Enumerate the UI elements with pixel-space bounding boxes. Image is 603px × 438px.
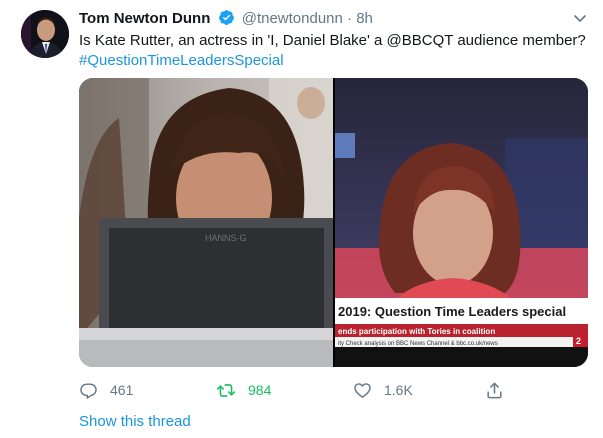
reply-icon (80, 382, 97, 399)
share-icon (487, 382, 502, 398)
retweet-count: 984 (248, 382, 272, 398)
retweet-icon (216, 383, 236, 397)
media-grid: HANNS·G 2019: Question Time Leaders spec… (79, 78, 588, 367)
verified-badge-icon (218, 9, 235, 32)
retweet-button[interactable]: 984 (216, 376, 271, 404)
author-handle[interactable]: @tnewtondunn (242, 10, 343, 27)
banner-subtitle: ends participation with Tories in coalit… (338, 327, 495, 336)
tweet-timestamp[interactable]: 8h (356, 10, 373, 27)
monitor-brand: HANNS·G (205, 233, 247, 243)
like-count: 1.6K (384, 382, 413, 398)
share-button[interactable] (485, 376, 516, 404)
author-name[interactable]: Tom Newton Dunn (79, 10, 210, 27)
news-ticker: ity Check analysis on BBC News Channel &… (338, 341, 498, 347)
tweet-text: Is Kate Rutter, an actress in 'I, Daniel… (79, 31, 586, 71)
like-button[interactable]: 1.6K (353, 376, 413, 404)
reply-button[interactable]: 461 (79, 376, 133, 404)
avatar[interactable] (21, 10, 69, 58)
avatar-image (21, 10, 69, 58)
banner-title: 2019: Question Time Leaders special (338, 304, 566, 319)
reply-count: 461 (110, 382, 134, 398)
tweet-header: Tom Newton Dunn @tnewtondunn · 8h (79, 9, 373, 32)
tweet[interactable]: Tom Newton Dunn @tnewtondunn · 8h Is Kat… (0, 0, 603, 438)
tweet-body: Is Kate Rutter, an actress in 'I, Daniel… (79, 32, 586, 49)
channel-badge: 2 (576, 336, 581, 346)
photo-left[interactable]: HANNS·G (79, 78, 337, 367)
show-thread-link[interactable]: Show this thread (79, 413, 191, 430)
header-separator: · (347, 10, 353, 27)
heart-icon (354, 382, 371, 398)
hashtag-link[interactable]: #QuestionTimeLeadersSpecial (79, 51, 586, 71)
photo-right[interactable]: 2019: Question Time Leaders special ends… (335, 78, 588, 367)
tweet-actions: 461 984 1.6K (79, 376, 588, 404)
chevron-down-icon[interactable] (573, 11, 587, 25)
